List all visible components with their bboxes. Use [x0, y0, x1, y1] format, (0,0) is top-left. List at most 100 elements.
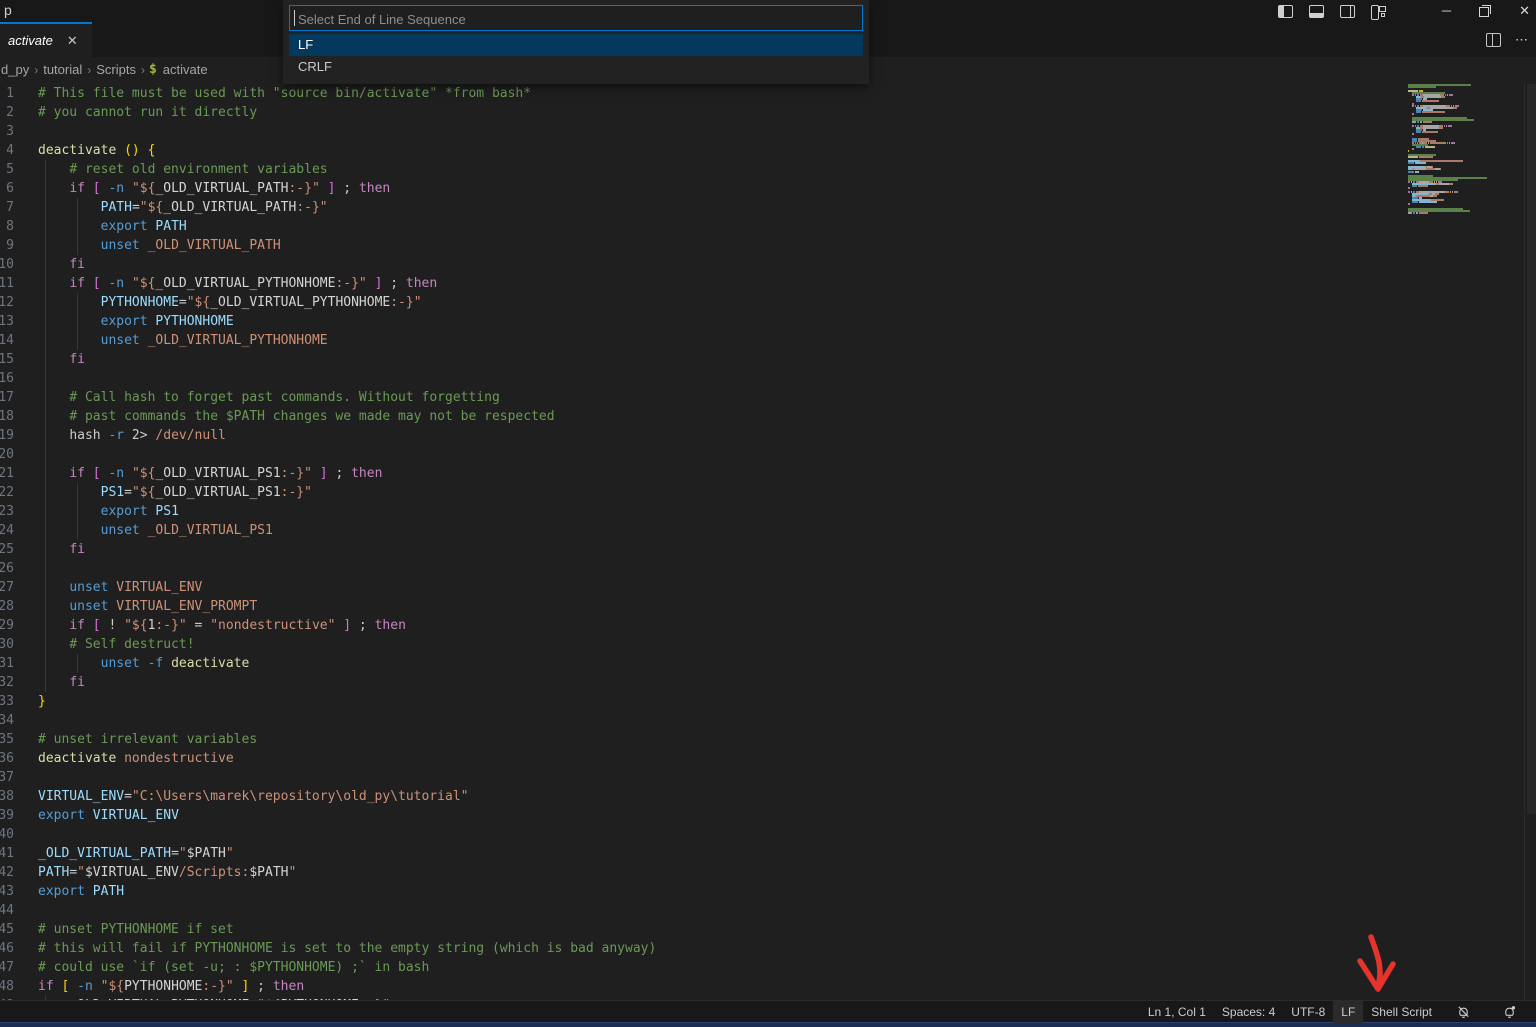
code-line[interactable]: PS1="${_OLD_VIRTUAL_PS1:-}" — [38, 483, 312, 502]
code-line[interactable]: export PATH — [38, 217, 187, 236]
minimize-icon[interactable]: ─ — [1442, 0, 1451, 22]
code-line[interactable]: PYTHONHOME="${_OLD_VIRTUAL_PYTHONHOME:-}… — [38, 293, 422, 312]
line-number: 35 — [0, 730, 14, 749]
code-line[interactable]: export PATH — [38, 882, 124, 901]
line-number: 37 — [0, 768, 14, 787]
code-line[interactable]: # could use `if (set -u; : $PYTHONHOME) … — [38, 958, 429, 977]
code-line[interactable]: unset _OLD_VIRTUAL_PYTHONHOME — [38, 331, 328, 350]
more-actions-icon[interactable]: ⋯ — [1515, 29, 1528, 51]
code-line[interactable]: # Call hash to forget past commands. Wit… — [38, 388, 500, 407]
code-line[interactable]: fi — [38, 673, 85, 692]
code-line[interactable]: # unset irrelevant variables — [38, 730, 257, 749]
split-editor-icon[interactable] — [1486, 33, 1501, 47]
code-line[interactable]: deactivate nondestructive — [38, 749, 234, 768]
code-line[interactable]: # this will fail if PYTHONHOME is set to… — [38, 939, 656, 958]
toggle-secondary-sidebar-icon[interactable] — [1340, 5, 1355, 18]
line-number: 45 — [0, 920, 14, 939]
line-number: 14 — [0, 331, 14, 350]
line-number: 3 — [0, 122, 14, 141]
tab-close-icon[interactable]: ✕ — [67, 33, 78, 49]
tab-activate[interactable]: activate ✕ — [0, 22, 92, 57]
bell-dot-icon[interactable] — [1486, 1001, 1532, 1023]
code-line[interactable]: # This file must be used with "source bi… — [38, 84, 531, 103]
code-line[interactable]: unset VIRTUAL_ENV — [38, 578, 202, 597]
code-line[interactable]: if [ ! "${1:-}" = "nondestructive" ] ; t… — [38, 616, 406, 635]
line-number: 17 — [0, 388, 14, 407]
code-line[interactable]: if [ -n "${_OLD_VIRTUAL_PATH:-}" ] ; the… — [38, 179, 390, 198]
vertical-scrollbar[interactable] — [1524, 82, 1536, 1000]
code-line[interactable]: export PS1 — [38, 502, 179, 521]
line-number: 31 — [0, 654, 14, 673]
code-line[interactable]: # reset old environment variables — [38, 160, 328, 179]
line-number: 11 — [0, 274, 14, 293]
code-line[interactable]: _OLD_VIRTUAL_PATH="$PATH" — [38, 844, 234, 863]
code-line[interactable]: if [ -n "${_OLD_VIRTUAL_PYTHONHOME:-}" ]… — [38, 274, 437, 293]
breadcrumb-file[interactable]: activate — [163, 62, 208, 77]
line-number: 20 — [0, 445, 14, 464]
code-line[interactable]: if [ -n "${PYTHONHOME:-}" ] ; then — [38, 977, 304, 996]
breadcrumb-item[interactable]: d_py — [1, 62, 29, 77]
line-number: 21 — [0, 464, 14, 483]
code-line[interactable]: fi — [38, 255, 85, 274]
line-number: 28 — [0, 597, 14, 616]
quick-input-item-lf[interactable]: LF — [289, 34, 863, 56]
quick-input-widget: LFCRLF — [283, 0, 869, 84]
code-line[interactable]: } — [38, 692, 46, 711]
code-line[interactable]: # you cannot run it directly — [38, 103, 257, 122]
line-number: 30 — [0, 635, 14, 654]
code-line[interactable]: VIRTUAL_ENV="C:\Users\marek\repository\o… — [38, 787, 468, 806]
line-number: 26 — [0, 559, 14, 578]
code-line[interactable]: if [ -n "${_OLD_VIRTUAL_PS1:-}" ] ; then — [38, 464, 382, 483]
line-number: 33 — [0, 692, 14, 711]
breadcrumb-item[interactable]: tutorial — [43, 62, 82, 77]
status-eol[interactable]: LF — [1333, 1001, 1363, 1023]
code-line[interactable]: PATH="${_OLD_VIRTUAL_PATH:-}" — [38, 198, 328, 217]
code-line[interactable]: unset _OLD_VIRTUAL_PS1 — [38, 521, 273, 540]
status-bar-right: Ln 1, Col 1Spaces: 4UTF-8LFShell Script — [1140, 1001, 1532, 1023]
code-line[interactable]: hash -r 2> /dev/null — [38, 426, 226, 445]
code-line[interactable]: unset -f deactivate — [38, 654, 249, 673]
status-encoding[interactable]: UTF-8 — [1283, 1001, 1333, 1023]
chevron-right-icon: › — [87, 63, 91, 77]
restore-icon[interactable] — [1479, 5, 1491, 17]
breadcrumb-item[interactable]: Scripts — [96, 62, 136, 77]
editor-actions: ⋯ — [1486, 22, 1528, 57]
code-line[interactable]: export VIRTUAL_ENV — [38, 806, 179, 825]
status-cursor-position[interactable]: Ln 1, Col 1 — [1140, 1001, 1214, 1023]
line-number: 9 — [0, 236, 14, 255]
code-line[interactable]: unset _OLD_VIRTUAL_PATH — [38, 236, 281, 255]
editor-pane[interactable]: 1234567891011121314151617181920212223242… — [0, 82, 1536, 1000]
line-number: 32 — [0, 673, 14, 692]
toggle-panel-icon[interactable] — [1309, 5, 1324, 18]
status-indentation[interactable]: Spaces: 4 — [1214, 1001, 1283, 1023]
line-number: 47 — [0, 958, 14, 977]
quick-input-list: LFCRLF — [289, 34, 863, 78]
code-line[interactable]: fi — [38, 540, 85, 559]
scrollbar-thumb[interactable] — [1527, 84, 1536, 814]
line-number: 48 — [0, 977, 14, 996]
code-line[interactable]: unset VIRTUAL_ENV_PROMPT — [38, 597, 257, 616]
code-line[interactable]: # past commands the $PATH changes we mad… — [38, 407, 555, 426]
code-line[interactable]: # Self destruct! — [38, 635, 195, 654]
vscode-window: p ─ ✕ activate ✕ ⋯ d_py›tutorial›Scripts… — [0, 0, 1536, 1027]
close-window-icon[interactable]: ✕ — [1519, 0, 1530, 22]
line-number: 19 — [0, 426, 14, 445]
customize-layout-icon[interactable] — [1371, 5, 1386, 18]
status-language-mode[interactable]: Shell Script — [1363, 1001, 1440, 1023]
bell-slash-icon[interactable] — [1440, 1001, 1486, 1023]
code-line[interactable]: PATH="$VIRTUAL_ENV/Scripts:$PATH" — [38, 863, 296, 882]
code-line[interactable]: fi — [38, 350, 85, 369]
line-number: 40 — [0, 825, 14, 844]
quick-input-field[interactable] — [296, 6, 860, 32]
minimap[interactable] — [1408, 84, 1490, 218]
quick-input-item-crlf[interactable]: CRLF — [289, 56, 863, 78]
code-line[interactable]: deactivate () { — [38, 141, 155, 160]
code-line[interactable]: # unset PYTHONHOME if set — [38, 920, 234, 939]
line-number: 46 — [0, 939, 14, 958]
line-number: 43 — [0, 882, 14, 901]
toggle-primary-sidebar-icon[interactable] — [1278, 5, 1293, 18]
line-number: 7 — [0, 198, 14, 217]
line-number: 41 — [0, 844, 14, 863]
line-number: 44 — [0, 901, 14, 920]
code-line[interactable]: export PYTHONHOME — [38, 312, 234, 331]
